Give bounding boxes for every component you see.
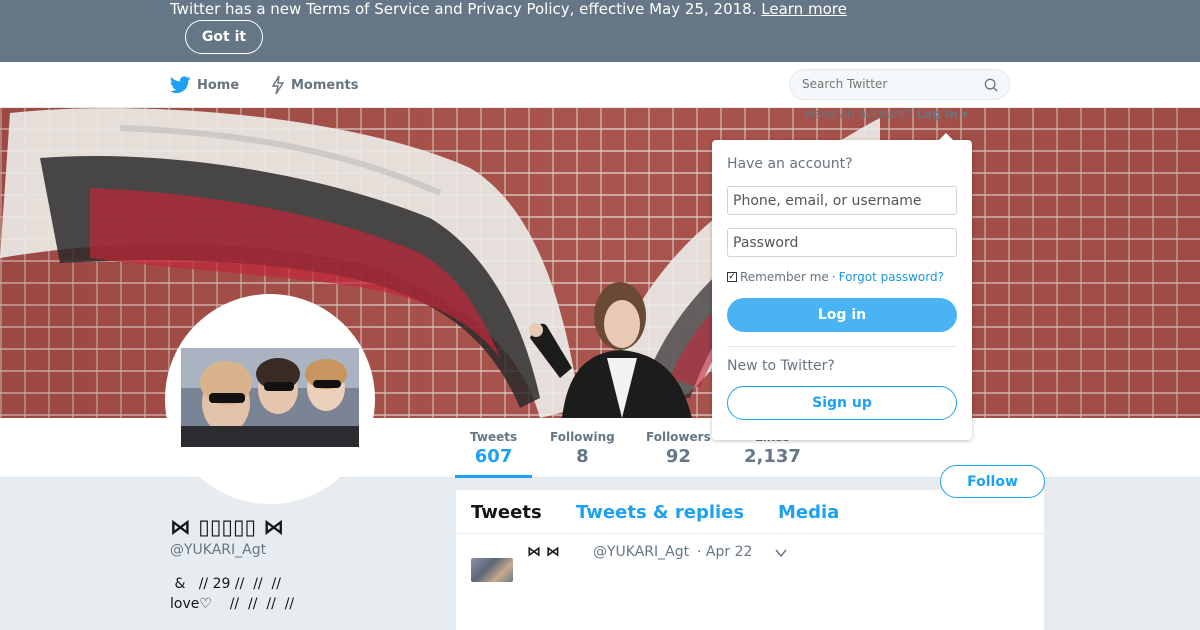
tab-media[interactable]: Media <box>778 502 839 523</box>
username-field[interactable] <box>727 186 957 215</box>
stat-likes-value: 2,137 <box>744 446 801 467</box>
separator-dot: · <box>831 270 836 284</box>
stat-followers-label: Followers <box>646 430 711 444</box>
search-icon[interactable] <box>984 78 998 92</box>
chevron-down-icon[interactable] <box>774 546 788 560</box>
tos-notice-message: Twitter has a new Terms of Service and P… <box>170 0 757 18</box>
login-dropdown: Have an account? ✓ Remember me · Forgot … <box>712 133 972 440</box>
profile-avatar[interactable] <box>165 294 375 504</box>
profile-handle[interactable]: @YUKARI_Agt <box>170 542 266 558</box>
signup-button[interactable]: Sign up <box>727 386 957 420</box>
account-prompt: Have an account? Log in ▾ <box>805 107 968 121</box>
stat-following[interactable]: Following 8 <box>550 430 615 467</box>
tweet-author-handle[interactable]: @YUKARI_Agt <box>593 544 689 560</box>
stat-tweets-label: Tweets <box>470 430 518 444</box>
search-box <box>789 69 1010 100</box>
nav-moments-label: Moments <box>291 77 359 93</box>
nav-moments[interactable]: Moments <box>271 74 358 96</box>
stat-tweets-value: 607 <box>474 446 513 467</box>
forgot-password-link[interactable]: Forgot password? <box>839 270 944 284</box>
stat-following-label: Following <box>550 430 615 444</box>
login-button[interactable]: Log in <box>727 298 957 332</box>
nav-home[interactable]: Home <box>170 74 239 96</box>
tweet-author-name[interactable]: ⋈ ⋈ <box>527 544 560 560</box>
stat-tweets[interactable]: Tweets 607 <box>455 430 533 478</box>
twitter-bird-icon <box>170 76 191 94</box>
remember-me-checkbox[interactable]: ✓ <box>727 272 737 282</box>
login-dropdown-toggle[interactable]: Log in <box>916 107 957 121</box>
tos-notice-banner: Twitter has a new Terms of Service and P… <box>0 0 1200 62</box>
lightning-icon <box>271 75 285 95</box>
account-prompt-text: Have an account? <box>805 107 913 121</box>
tab-tweets[interactable]: Tweets <box>471 502 542 523</box>
cover-person-figure <box>529 282 692 418</box>
avatar-photo <box>181 348 359 447</box>
avatar-group-photo <box>181 348 359 447</box>
stat-followers-value: 92 <box>665 446 691 467</box>
timeline: Tweets Tweets & replies Media ⋈ ⋈ @YUKAR… <box>456 490 1044 630</box>
follow-button[interactable]: Follow <box>940 465 1045 498</box>
login-title: Have an account? <box>727 156 853 172</box>
new-to-twitter-label: New to Twitter? <box>727 358 835 374</box>
remember-me-label: Remember me <box>740 270 829 284</box>
tweet-timestamp[interactable]: · Apr 22 <box>697 544 752 560</box>
profile-bio: & // 29 // // // love♡ // // // // <box>170 576 295 612</box>
profile-name: ⋈ ▯▯▯▯▯ ⋈ <box>170 515 285 539</box>
tos-notice-text: Twitter has a new Terms of Service and P… <box>170 0 847 18</box>
stat-following-value: 8 <box>576 446 589 467</box>
search-input[interactable] <box>802 77 972 91</box>
got-it-button[interactable]: Got it <box>185 20 263 54</box>
learn-more-link[interactable]: Learn more <box>761 0 847 18</box>
divider <box>727 346 957 347</box>
remember-me-row: ✓ Remember me · Forgot password? <box>727 270 944 284</box>
password-field[interactable] <box>727 228 957 257</box>
top-navigation: Home Moments <box>0 62 1200 108</box>
tab-tweets-replies[interactable]: Tweets & replies <box>576 502 744 523</box>
nav-home-label: Home <box>197 77 240 93</box>
stat-followers[interactable]: Followers 92 <box>646 430 711 467</box>
chevron-down-icon: ▾ <box>961 107 968 121</box>
tweet-avatar[interactable] <box>471 558 513 582</box>
